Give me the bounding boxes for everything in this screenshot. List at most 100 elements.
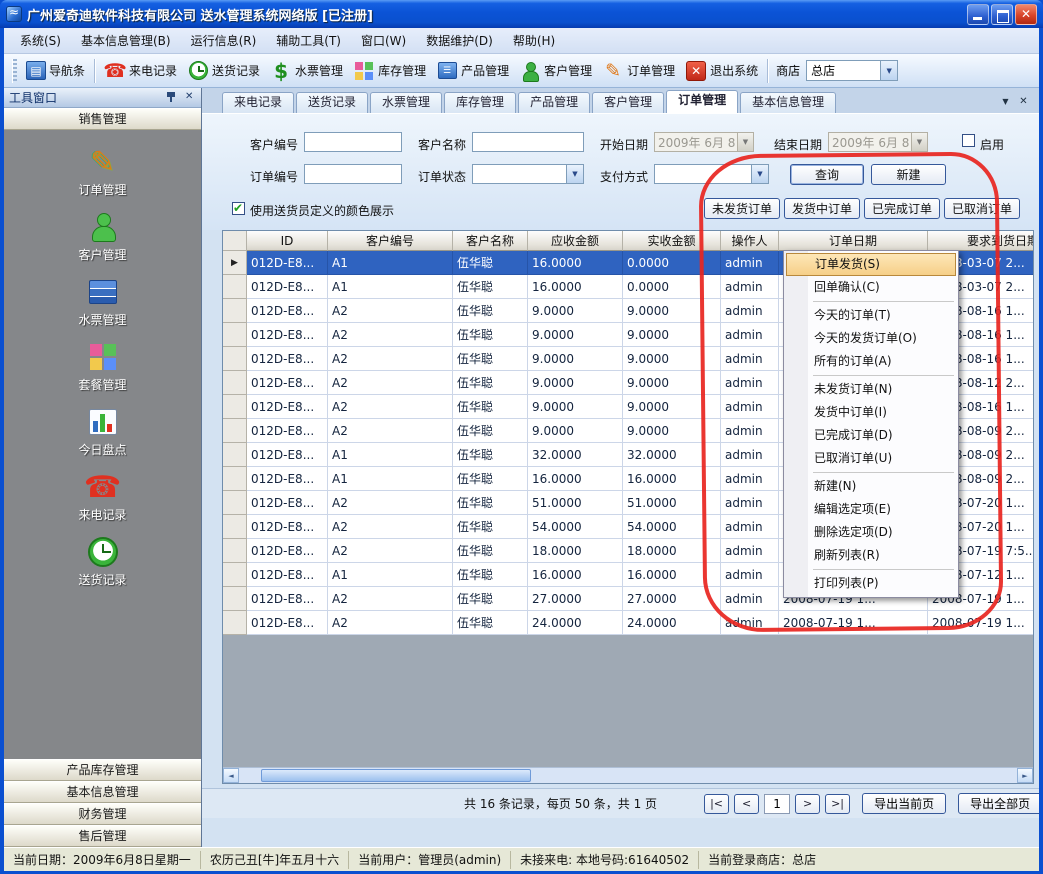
new-button[interactable]: 新建	[871, 164, 946, 185]
toolbar-nav-button[interactable]: 导航条	[21, 58, 90, 83]
toolbar-gripper[interactable]	[12, 59, 17, 83]
sidebar-group-basic-info[interactable]: 基本信息管理	[4, 781, 201, 803]
cancelled-orders-button[interactable]: 已取消订单	[944, 198, 1020, 219]
sidebar-item-water-ticket-mgmt[interactable]: 水票管理	[4, 276, 201, 328]
header-customer-name[interactable]: 客户名称	[453, 231, 528, 251]
chevron-down-icon[interactable]	[566, 165, 583, 183]
menu-aux-tools[interactable]: 辅助工具(T)	[266, 28, 351, 53]
menu-item-ship-order[interactable]: 订单发货(S)	[786, 253, 956, 276]
toolbar-call-log-button[interactable]: 来电记录	[99, 57, 182, 85]
unshipped-orders-button[interactable]: 未发货订单	[704, 198, 780, 219]
menu-item-all-orders[interactable]: 所有的订单(A)	[786, 350, 956, 373]
maximize-button[interactable]	[991, 4, 1013, 25]
header-received[interactable]: 实收金额	[623, 231, 721, 251]
menu-item-unshipped-orders[interactable]: 未发货订单(N)	[786, 378, 956, 401]
header-customer-no[interactable]: 客户编号	[328, 231, 453, 251]
menu-item-new[interactable]: 新建(N)	[786, 475, 956, 498]
chevron-down-icon[interactable]	[998, 94, 1013, 109]
menu-item-edit-selected[interactable]: 编辑选定项(E)	[786, 498, 956, 521]
toolbar-order-button[interactable]: 订单管理	[597, 57, 680, 85]
row-selector[interactable]	[223, 611, 247, 635]
tab-inventory[interactable]: 库存管理	[444, 92, 516, 113]
shipping-orders-button[interactable]: 发货中订单	[784, 198, 860, 219]
tab-call-log[interactable]: 来电记录	[222, 92, 294, 113]
header-receivable[interactable]: 应收金额	[528, 231, 623, 251]
header-due-date[interactable]: 要求到货日期	[928, 231, 1034, 251]
last-page-button[interactable]: >|	[825, 794, 850, 814]
close-button[interactable]	[1015, 4, 1037, 25]
menu-system[interactable]: 系统(S)	[10, 28, 71, 53]
next-page-button[interactable]: >	[795, 794, 820, 814]
prev-page-button[interactable]: <	[734, 794, 759, 814]
enable-date-checkbox[interactable]	[962, 134, 975, 147]
customer-no-input[interactable]	[304, 132, 402, 152]
row-selector[interactable]	[223, 467, 247, 491]
scroll-left-icon[interactable]	[223, 768, 239, 783]
menu-item-completed-orders[interactable]: 已完成订单(D)	[786, 424, 956, 447]
row-selector[interactable]	[223, 251, 247, 275]
tab-order-mgmt[interactable]: 订单管理	[666, 90, 738, 113]
first-page-button[interactable]: |<	[704, 794, 729, 814]
row-selector[interactable]	[223, 587, 247, 611]
export-all-pages-button[interactable]: 导出全部页	[958, 793, 1039, 814]
row-selector[interactable]	[223, 563, 247, 587]
row-selector[interactable]	[223, 299, 247, 323]
menu-window[interactable]: 窗口(W)	[351, 28, 416, 53]
toolbar-exit-button[interactable]: 退出系统	[680, 57, 763, 85]
end-date-picker[interactable]: 2009年 6月 8日	[828, 132, 928, 152]
header-id[interactable]: ID	[247, 231, 328, 251]
menu-item-shipping-orders[interactable]: 发货中订单(I)	[786, 401, 956, 424]
row-selector[interactable]	[223, 395, 247, 419]
sidebar-group-product-inventory[interactable]: 产品库存管理	[4, 759, 201, 781]
toolbar-inventory-button[interactable]: 库存管理	[348, 57, 431, 85]
row-selector[interactable]	[223, 491, 247, 515]
row-selector[interactable]	[223, 371, 247, 395]
menu-item-print-list[interactable]: 打印列表(P)	[786, 572, 956, 595]
menu-item-cancelled-orders[interactable]: 已取消订单(U)	[786, 447, 956, 470]
tab-water-ticket[interactable]: 水票管理	[370, 92, 442, 113]
sidebar-item-delivery-log[interactable]: 送货记录	[4, 536, 201, 588]
row-selector[interactable]	[223, 275, 247, 299]
sidebar-item-customer-mgmt[interactable]: 客户管理	[4, 211, 201, 263]
pay-method-select[interactable]	[654, 164, 769, 184]
header-operator[interactable]: 操作人	[721, 231, 779, 251]
chevron-down-icon[interactable]	[737, 133, 753, 151]
row-selector[interactable]	[223, 347, 247, 371]
search-button[interactable]: 查询	[790, 164, 864, 185]
export-current-page-button[interactable]: 导出当前页	[862, 793, 946, 814]
menu-item-today-ship-orders[interactable]: 今天的发货订单(O)	[786, 327, 956, 350]
menu-item-receipt-confirm[interactable]: 回单确认(C)	[786, 276, 956, 299]
order-no-input[interactable]	[304, 164, 402, 184]
chevron-down-icon[interactable]	[751, 165, 768, 183]
store-select[interactable]: 总店	[806, 60, 898, 81]
completed-orders-button[interactable]: 已完成订单	[864, 198, 940, 219]
menu-item-delete-selected[interactable]: 删除选定项(D)	[786, 521, 956, 544]
customer-name-input[interactable]	[472, 132, 584, 152]
tab-product[interactable]: 产品管理	[518, 92, 590, 113]
sidebar-group-sales[interactable]: 销售管理	[4, 108, 201, 130]
menu-help[interactable]: 帮助(H)	[503, 28, 565, 53]
sidebar-group-finance[interactable]: 财务管理	[4, 803, 201, 825]
menu-basic-info[interactable]: 基本信息管理(B)	[71, 28, 181, 53]
toolbar-customer-button[interactable]: 客户管理	[514, 57, 597, 85]
scroll-thumb[interactable]	[261, 769, 531, 782]
close-icon[interactable]	[184, 92, 196, 104]
minimize-button[interactable]	[967, 4, 989, 25]
sidebar-item-package-mgmt[interactable]: 套餐管理	[4, 341, 201, 393]
menu-data-maintain[interactable]: 数据维护(D)	[416, 28, 503, 53]
chevron-down-icon[interactable]	[911, 133, 927, 151]
close-icon[interactable]	[1016, 94, 1031, 109]
row-selector[interactable]	[223, 419, 247, 443]
courier-color-checkbox[interactable]	[232, 202, 245, 215]
row-selector[interactable]	[223, 323, 247, 347]
sidebar-group-after-sales[interactable]: 售后管理	[4, 825, 201, 847]
scroll-right-icon[interactable]	[1017, 768, 1033, 783]
table-row[interactable]: 012D-E8... A2 伍华聪 24.0000 24.0000 admin …	[223, 611, 1034, 635]
pin-icon[interactable]	[166, 92, 176, 103]
scroll-track[interactable]	[239, 768, 1017, 783]
toolbar-water-ticket-button[interactable]: 水票管理	[265, 57, 348, 85]
tab-delivery-log[interactable]: 送货记录	[296, 92, 368, 113]
toolbar-delivery-log-button[interactable]: 送货记录	[182, 57, 265, 85]
row-selector[interactable]	[223, 539, 247, 563]
current-page-input[interactable]: 1	[764, 794, 790, 814]
